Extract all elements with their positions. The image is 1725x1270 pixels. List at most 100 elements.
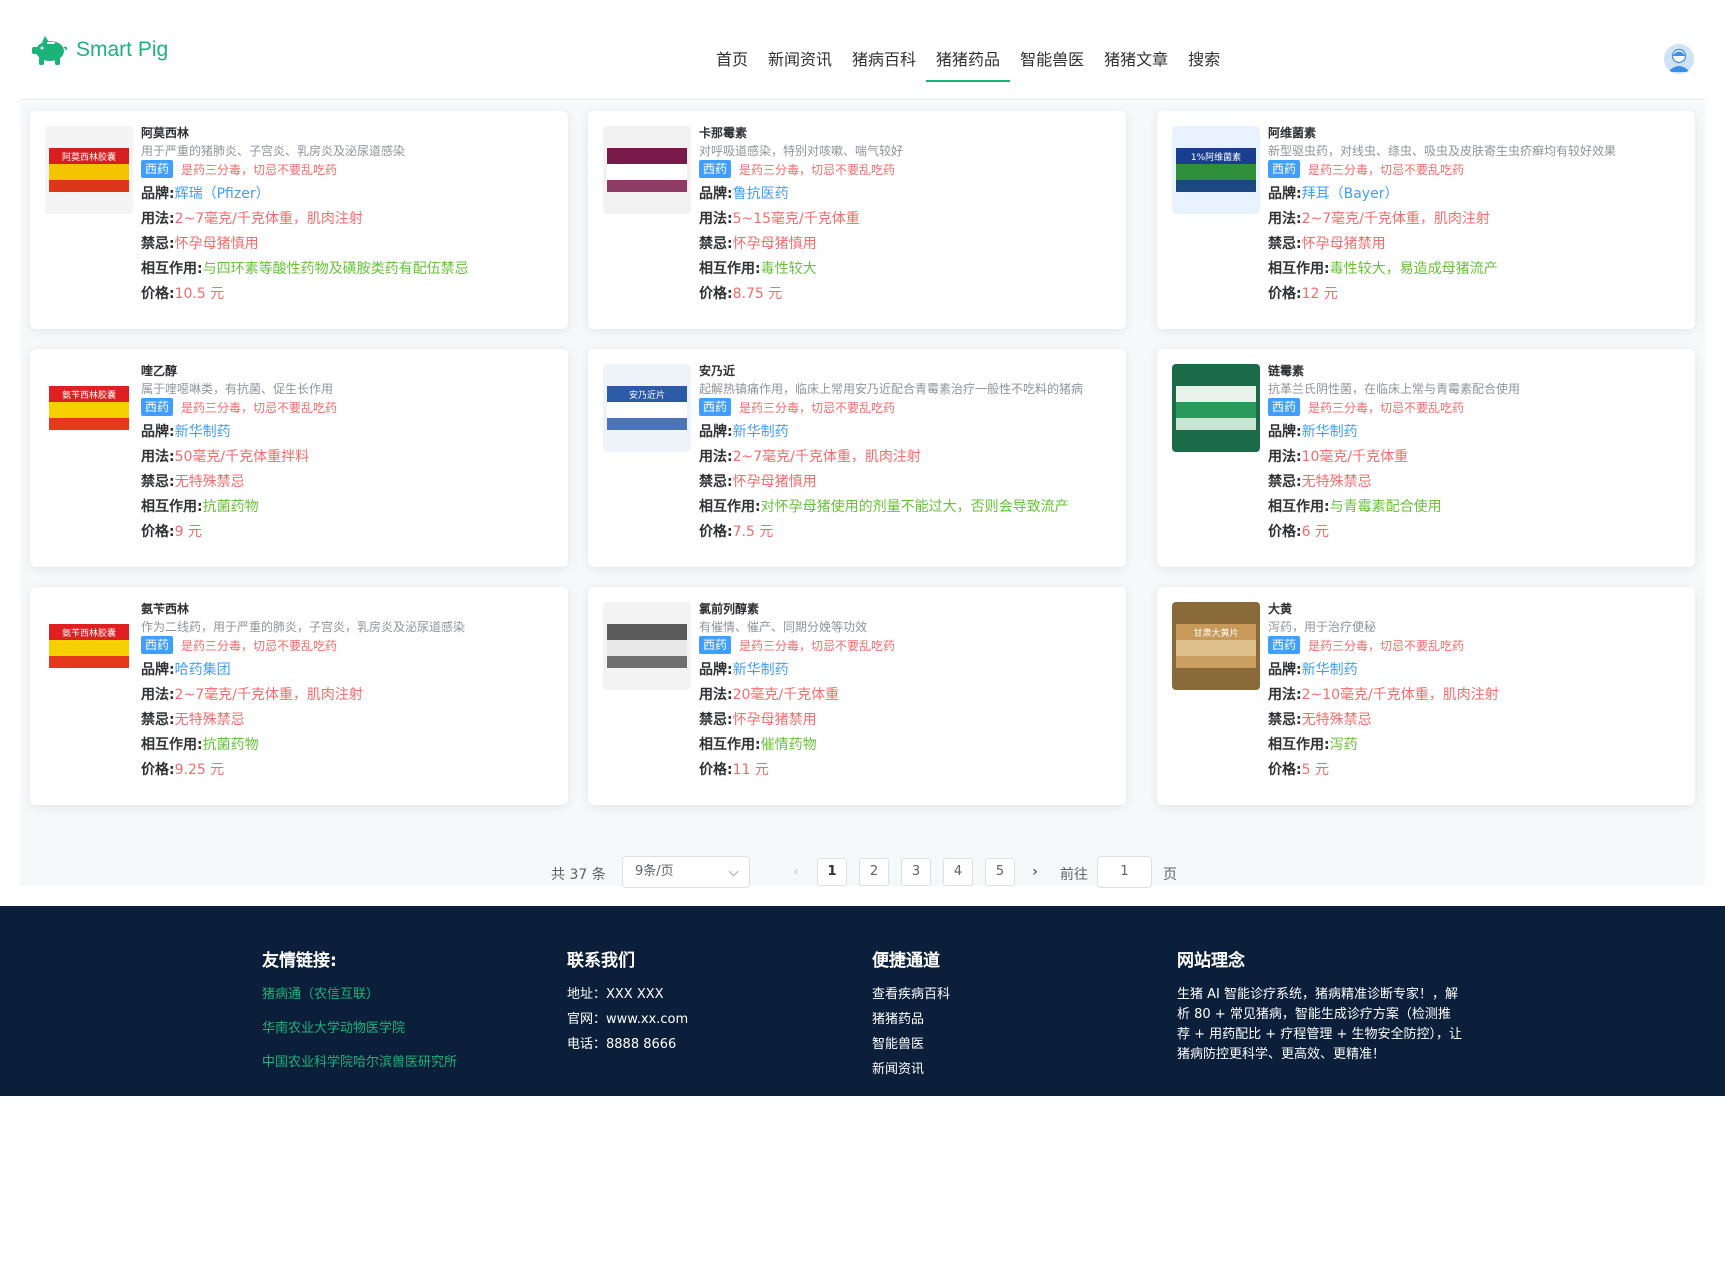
drug-type-badge: 西药 — [1268, 636, 1301, 654]
drug-interaction: 相互作用:毒性较大 — [699, 257, 1116, 282]
usage-value: 2~7毫克/千克体重，肌肉注射 — [174, 687, 363, 703]
price-label: 价格: — [699, 524, 733, 540]
drug-interaction: 相互作用:催情药物 — [699, 733, 1116, 758]
chevron-down-icon — [728, 866, 739, 877]
brand-value: 新华制药 — [732, 662, 789, 678]
drug-usage: 用法:2~7毫克/千克体重，肌肉注射 — [141, 683, 558, 708]
drug-usage: 用法:2~7毫克/千克体重，肌肉注射 — [141, 207, 558, 232]
nav-disease-wiki[interactable]: 猪病百科 — [842, 40, 926, 82]
price-value: 9 元 — [174, 524, 202, 540]
next-page-icon[interactable]: › — [1020, 858, 1050, 886]
brand-value: 鲁抗医药 — [732, 186, 789, 202]
goto-label: 前往 — [1060, 867, 1088, 883]
drug-card[interactable]: 甘肃大黄片 大黄 泻药，用于治疗便秘 西药 是药三分毒，切忌不要乱吃药 品牌:新华制药 用法… — [1157, 587, 1695, 805]
usage-label: 用法: — [141, 687, 175, 703]
quick-link[interactable]: 查看疾病百科 — [872, 985, 950, 1010]
price-value: 6 元 — [1301, 524, 1329, 540]
drug-taboo: 禁忌:怀孕母猪慎用 — [699, 232, 1116, 257]
drug-info: 氯前列醇素 有催情、催产、同期分娩等功效 西药 是药三分毒，切忌不要乱吃药 品牌:新华制… — [699, 601, 1116, 783]
drug-card[interactable]: 卡那霉素 对呼吸道感染，特别对咳嗽、喘气较好 西药 是药三分毒，切忌不要乱吃药 品牌:鲁… — [588, 111, 1126, 329]
price-label: 价格: — [141, 524, 175, 540]
interaction-value: 抗菌药物 — [202, 737, 259, 753]
usage-label: 用法: — [699, 449, 733, 465]
page-button-5[interactable]: 5 — [985, 858, 1015, 886]
quick-link[interactable]: 智能兽医 — [872, 1035, 950, 1060]
brand-label: 品牌: — [699, 662, 733, 678]
page-button-3[interactable]: 3 — [901, 858, 931, 886]
drug-description: 作为二线药，用于严重的肺炎，子宫炎，乳房炎及泌尿道感染 — [141, 620, 466, 634]
footer-links-title: 友情链接: — [262, 951, 337, 971]
interaction-label: 相互作用: — [699, 737, 761, 753]
drug-card[interactable]: 氨苄西林胶囊 氨苄西林 作为二线药，用于严重的肺炎，子宫炎，乳房炎及泌尿道感染 西药是… — [30, 587, 568, 805]
interaction-value: 毒性较大 — [760, 261, 817, 277]
drug-warning: 是药三分毒，切忌不要乱吃药 — [1308, 162, 1465, 177]
page-button-1[interactable]: 1 — [817, 858, 847, 886]
drug-interaction: 相互作用:泻药 — [1268, 733, 1685, 758]
nav-search[interactable]: 搜索 — [1178, 40, 1230, 82]
footer-link[interactable]: 华南农业大学动物医学院 — [262, 1019, 457, 1053]
usage-value: 10毫克/千克体重 — [1301, 449, 1409, 465]
drug-interaction: 相互作用:抗菌药物 — [141, 495, 558, 520]
drug-image-label: 1%阿维菌素 — [1191, 151, 1241, 163]
interaction-value: 毒性较大，易造成母猪流产 — [1329, 261, 1498, 277]
drug-list-area: 阿莫西林胶囊 阿莫西林 用于严重的猪肺炎、子宫炎、乳房炎及泌尿道感染 西药 是药三分毒，… — [20, 101, 1705, 888]
taboo-label: 禁忌: — [1268, 712, 1302, 728]
price-label: 价格: — [1268, 524, 1302, 540]
drug-warning: 是药三分毒，切忌不要乱吃药 — [1308, 400, 1465, 415]
drug-usage: 用法:2~10毫克/千克体重，肌肉注射 — [1268, 683, 1685, 708]
drug-tag-row: 西药 是药三分毒，切忌不要乱吃药 — [141, 160, 558, 178]
drug-name: 阿莫西林 — [141, 126, 190, 140]
drug-card[interactable]: 安乃近片 安乃近 起解热镇痛作用，临床上常用安乃近配合青霉素治疗一般性不吃料的猪病西… — [588, 349, 1126, 567]
brand-value: 哈药集团 — [174, 662, 231, 678]
price-value: 8.75 元 — [732, 286, 783, 302]
taboo-label: 禁忌: — [141, 474, 175, 490]
nav-home[interactable]: 首页 — [706, 40, 758, 82]
drug-card[interactable]: 链霉素 抗革兰氏阴性菌，在临床上常与青霉素配合使用 西药 是药三分毒，切忌不要乱吃药品… — [1157, 349, 1695, 567]
nav-news[interactable]: 新闻资讯 — [758, 40, 842, 82]
footer-quick-links: 便捷通道 查看疾病百科 猪猪药品 智能兽医 新闻资讯 — [872, 946, 950, 1085]
drug-taboo: 禁忌:怀孕母猪慎用 — [141, 232, 558, 257]
nav-ai-vet[interactable]: 智能兽医 — [1010, 40, 1094, 82]
drug-description: 新型驱虫药，对线虫、绦虫、吸虫及皮肤寄生虫疥癣均有较好效果 — [1268, 144, 1617, 158]
user-avatar[interactable] — [1664, 44, 1694, 74]
nav-articles[interactable]: 猪猪文章 — [1094, 40, 1178, 82]
brand-label: 品牌: — [141, 186, 175, 202]
drug-brand: 品牌:新华制药 — [699, 420, 1116, 445]
prev-page-icon[interactable]: ‹ — [781, 858, 811, 886]
drug-type-badge: 西药 — [1268, 160, 1301, 178]
drug-info: 安乃近 起解热镇痛作用，临床上常用安乃近配合青霉素治疗一般性不吃料的猪病 西药 是药三… — [699, 363, 1116, 545]
site-logo[interactable]: Smart Pig — [30, 34, 168, 66]
quick-link[interactable]: 猪猪药品 — [872, 1010, 950, 1035]
drug-price: 价格:5 元 — [1268, 758, 1685, 783]
page-button-4[interactable]: 4 — [943, 858, 973, 886]
footer-link[interactable]: 猪病通（农信互联） — [262, 985, 457, 1019]
quick-link[interactable]: 新闻资讯 — [872, 1060, 950, 1085]
drug-image: 安乃近片 — [603, 364, 691, 452]
drug-name: 喹乙醇 — [141, 364, 178, 378]
main-nav: 首页 新闻资讯 猪病百科 猪猪药品 智能兽医 猪猪文章 搜索 — [706, 40, 1230, 82]
drug-type-badge: 西药 — [141, 636, 174, 654]
drug-card[interactable]: 1%阿维菌素 阿维菌素 新型驱虫药，对线虫、绦虫、吸虫及皮肤寄生虫疥癣均有较好效果西… — [1157, 111, 1695, 329]
page-size-select[interactable]: 9条/页 — [622, 856, 750, 888]
drug-name: 氨苄西林 — [141, 602, 190, 616]
drug-tag-row: 西药 是药三分毒，切忌不要乱吃药 — [699, 636, 1116, 654]
drug-taboo: 禁忌:无特殊禁忌 — [1268, 708, 1685, 733]
goto-page-input[interactable]: 1 — [1097, 856, 1152, 888]
drug-price: 价格:7.5 元 — [699, 520, 1116, 545]
drug-card[interactable]: 氯前列醇素 有催情、催产、同期分娩等功效 西药 是药三分毒，切忌不要乱吃药 品牌:新华制… — [588, 587, 1126, 805]
interaction-label: 相互作用: — [1268, 499, 1330, 515]
price-value: 9.25 元 — [174, 762, 225, 778]
page-button-2[interactable]: 2 — [859, 858, 889, 886]
usage-value: 5~15毫克/千克体重 — [732, 211, 860, 227]
price-label: 价格: — [141, 286, 175, 302]
nav-drugs[interactable]: 猪猪药品 — [926, 40, 1011, 82]
drug-card[interactable]: 氨苄西林胶囊 喹乙醇 属于喹噁啉类，有抗菌、促生长作用 西药 是药三分毒，切忌不要乱吃药… — [30, 349, 568, 567]
drug-image — [603, 602, 691, 690]
drug-brand: 品牌:辉瑞（Pfizer） — [141, 182, 558, 207]
drug-type-badge: 西药 — [699, 636, 732, 654]
drug-type-badge: 西药 — [1268, 398, 1301, 416]
drug-card[interactable]: 阿莫西林胶囊 阿莫西林 用于严重的猪肺炎、子宫炎、乳房炎及泌尿道感染 西药 是药三分毒，… — [30, 111, 568, 329]
drug-image-label: 阿莫西林胶囊 — [62, 151, 116, 163]
footer-link[interactable]: 中国农业科学院哈尔滨兽医研究所 — [262, 1053, 457, 1087]
drug-type-badge: 西药 — [141, 160, 174, 178]
